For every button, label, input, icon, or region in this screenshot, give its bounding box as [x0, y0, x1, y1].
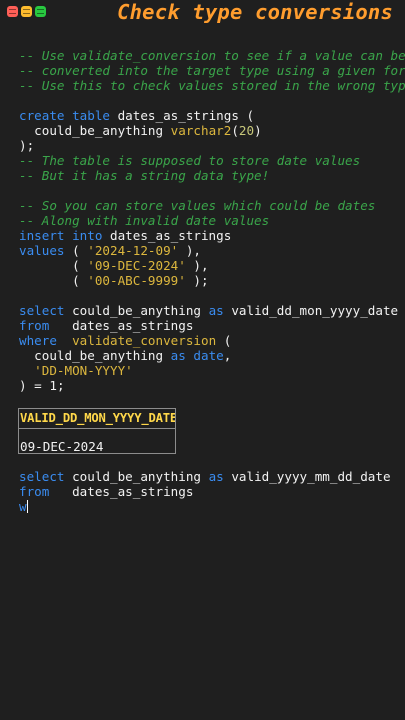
string-literal: '09-DEC-2024': [87, 258, 186, 273]
punctuation: ): [254, 123, 262, 138]
keyword: values: [19, 243, 65, 258]
punctuation: (: [19, 273, 88, 288]
code-line-from: from dates_as_strings: [19, 484, 391, 499]
punctuation: ,: [223, 348, 232, 363]
close-icon[interactable]: [7, 6, 18, 17]
minimize-icon[interactable]: [21, 6, 32, 17]
result-column-header: VALID_DD_MON_YYYY_DATE: [19, 409, 175, 429]
number: 20: [238, 123, 255, 138]
punctuation: ) =: [19, 378, 50, 393]
code-comment: -- The table is supposed to store date v…: [19, 153, 361, 168]
text-cursor: [26, 500, 28, 513]
keyword: insert into: [19, 228, 103, 243]
identifier: could_be_anything: [64, 469, 209, 484]
string-literal: 'DD-MON-YYYY': [34, 363, 133, 378]
punctuation: ),: [178, 243, 201, 258]
identifier: dates_as_strings (: [110, 108, 255, 123]
code-line-values: values ( '2024-12-09' ),: [19, 243, 405, 258]
code-line-insert: insert into dates_as_strings: [19, 228, 405, 243]
maximize-icon[interactable]: [35, 6, 46, 17]
keyword: where: [19, 333, 57, 348]
result-cell: 09-DEC-2024: [20, 439, 104, 454]
code-line-from: from dates_as_strings: [19, 318, 405, 333]
punctuation: (: [19, 258, 88, 273]
number: 1: [49, 378, 57, 393]
keyword: select: [19, 469, 65, 484]
code-editor[interactable]: -- Use validate_conversion to see if a v…: [19, 48, 405, 393]
keyword: create table: [19, 108, 110, 123]
string-literal: '00-ABC-9999': [87, 273, 186, 288]
code-line-column: could_be_anything varchar2(20): [19, 123, 405, 138]
identifier: could_be_anything: [19, 123, 171, 138]
punctuation: (: [231, 123, 239, 138]
code-line-end: );: [19, 138, 35, 153]
code-line-arg: could_be_anything as date,: [19, 348, 405, 363]
datatype: date: [185, 348, 224, 363]
code-line-where: where validate_conversion (: [19, 333, 405, 348]
identifier: dates_as_strings: [49, 484, 194, 499]
punctuation: ;: [56, 378, 65, 393]
keyword: as: [170, 348, 186, 363]
keyword: as: [208, 303, 224, 318]
identifier: valid_yyyy_mm_dd_date: [223, 469, 391, 484]
code-line-where-end: ) = 1;: [19, 378, 405, 393]
datatype: varchar2: [170, 123, 232, 138]
keyword: from: [19, 318, 50, 333]
code-line-typing: w: [19, 499, 391, 514]
code-comment: -- Along with invalid date values: [19, 213, 270, 228]
punctuation: );: [185, 273, 209, 288]
identifier: could_be_anything: [64, 303, 209, 318]
code-comment: -- Use this to check values stored in th…: [19, 78, 405, 93]
code-line-select: select could_be_anything as valid_yyyy_m…: [19, 469, 391, 484]
punctuation: (: [216, 333, 232, 348]
code-line-select: select could_be_anything as valid_dd_mon…: [19, 303, 405, 318]
result-table: VALID_DD_MON_YYYY_DATE 09-DEC-2024: [18, 408, 176, 454]
punctuation: (: [64, 243, 88, 258]
window-controls: [7, 6, 46, 17]
keyword: as: [208, 469, 224, 484]
code-comment: -- converted into the target type using …: [19, 63, 405, 78]
keyword: select: [19, 303, 65, 318]
punctuation: ),: [185, 258, 209, 273]
title-bar: Check type conversions: [0, 0, 405, 26]
identifier: dates_as_strings: [102, 228, 232, 243]
window-title: Check type conversions: [117, 0, 393, 24]
identifier: dates_as_strings: [49, 318, 194, 333]
code-comment: -- But it has a string data type!: [19, 168, 270, 183]
query-editor-2[interactable]: select could_be_anything as valid_yyyy_m…: [19, 469, 391, 514]
keyword: from: [19, 484, 50, 499]
function-name: validate_conversion: [56, 333, 217, 348]
identifier: valid_dd_mon_yyyy_date: [223, 303, 399, 318]
code-line-values: ( '00-ABC-9999' );: [19, 273, 405, 288]
code-comment: -- Use validate_conversion to see if a v…: [19, 48, 405, 63]
code-line-arg: 'DD-MON-YYYY': [19, 363, 405, 378]
code-line-values: ( '09-DEC-2024' ),: [19, 258, 405, 273]
code-comment: -- So you can store values which could b…: [19, 198, 376, 213]
string-literal: '2024-12-09': [87, 243, 179, 258]
identifier: could_be_anything: [19, 348, 171, 363]
code-line-create: create table dates_as_strings (: [19, 108, 405, 123]
keyword: w: [19, 499, 27, 514]
